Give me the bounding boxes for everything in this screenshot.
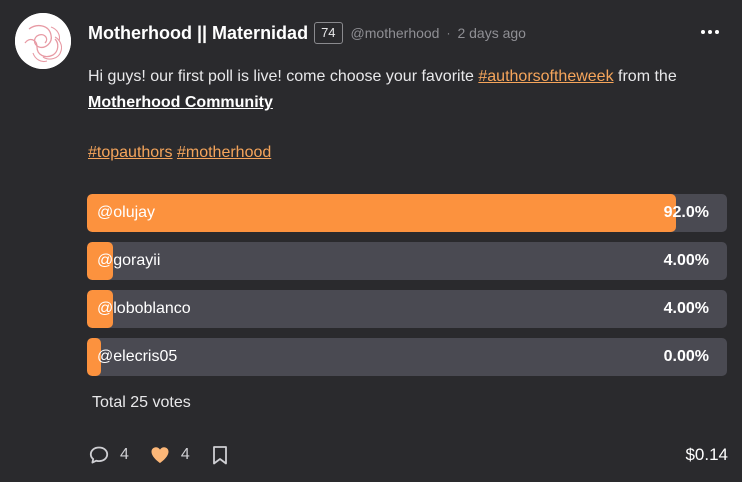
post-body: Hi guys! our first poll is live! come ch…	[88, 64, 728, 116]
author-handle[interactable]: @motherhood	[351, 25, 440, 41]
poll-option-percent: 4.00%	[663, 300, 709, 317]
post-footer: 4 4	[88, 441, 230, 469]
hashtag-topauthors-link[interactable]: #topauthors	[88, 144, 173, 161]
poll-fill-bar	[87, 194, 676, 232]
poll-option[interactable]: @loboblanco 4.00%	[87, 290, 727, 328]
heart-icon	[151, 447, 169, 463]
bookmark-icon	[212, 446, 227, 465]
bookmark-button[interactable]	[210, 444, 230, 466]
author-name[interactable]: Motherhood || Maternidad	[88, 23, 308, 44]
body-text-part: from the	[613, 68, 677, 85]
author-avatar[interactable]	[15, 13, 71, 69]
poll-total-votes: Total 25 votes	[92, 394, 191, 411]
poll-option-label: @olujay	[97, 204, 156, 221]
payout-amount[interactable]: $0.14	[685, 441, 728, 469]
comments-count: 4	[120, 446, 129, 463]
more-dots-icon	[701, 30, 705, 34]
like-button[interactable]	[149, 444, 171, 466]
poll-option-percent: 4.00%	[663, 252, 709, 269]
hashtag-authorsoftheweek-link[interactable]: #authorsoftheweek	[478, 68, 613, 85]
poll-option-label: @loboblanco	[97, 300, 191, 317]
more-options-button[interactable]	[694, 20, 726, 44]
poll-option-percent: 0.00%	[663, 348, 709, 365]
poll-option-label: @elecris05	[97, 348, 178, 365]
body-text-part: Hi guys! our first poll is live! come ch…	[88, 68, 479, 85]
post-timestamp: 2 days ago	[457, 25, 526, 41]
speech-bubble-icon	[89, 446, 109, 464]
separator: ·	[446, 26, 451, 40]
poll-option[interactable]: @gorayii 4.00%	[87, 242, 727, 280]
motherhood-logo-icon	[15, 13, 71, 69]
more-dot	[708, 30, 712, 34]
poll-option[interactable]: @elecris05 0.00%	[87, 338, 727, 376]
hashtag-motherhood-link[interactable]: #motherhood	[177, 144, 271, 161]
comment-button[interactable]	[88, 444, 110, 466]
post-header: Motherhood || Maternidad 74 @motherhood …	[88, 18, 526, 48]
poll-option-label: @gorayii	[97, 252, 161, 269]
post-tags: #topauthors #motherhood	[88, 141, 271, 165]
post-card: Motherhood || Maternidad 74 @motherhood …	[0, 0, 742, 482]
poll: @olujay 92.0% @gorayii 4.00% @loboblanco…	[87, 194, 727, 386]
community-link[interactable]: Motherhood Community	[88, 94, 273, 111]
poll-option[interactable]: @olujay 92.0%	[87, 194, 727, 232]
likes-count: 4	[180, 446, 190, 463]
poll-option-percent: 92.0%	[663, 204, 709, 221]
reputation-badge: 74	[314, 22, 343, 44]
more-dot	[715, 30, 719, 34]
